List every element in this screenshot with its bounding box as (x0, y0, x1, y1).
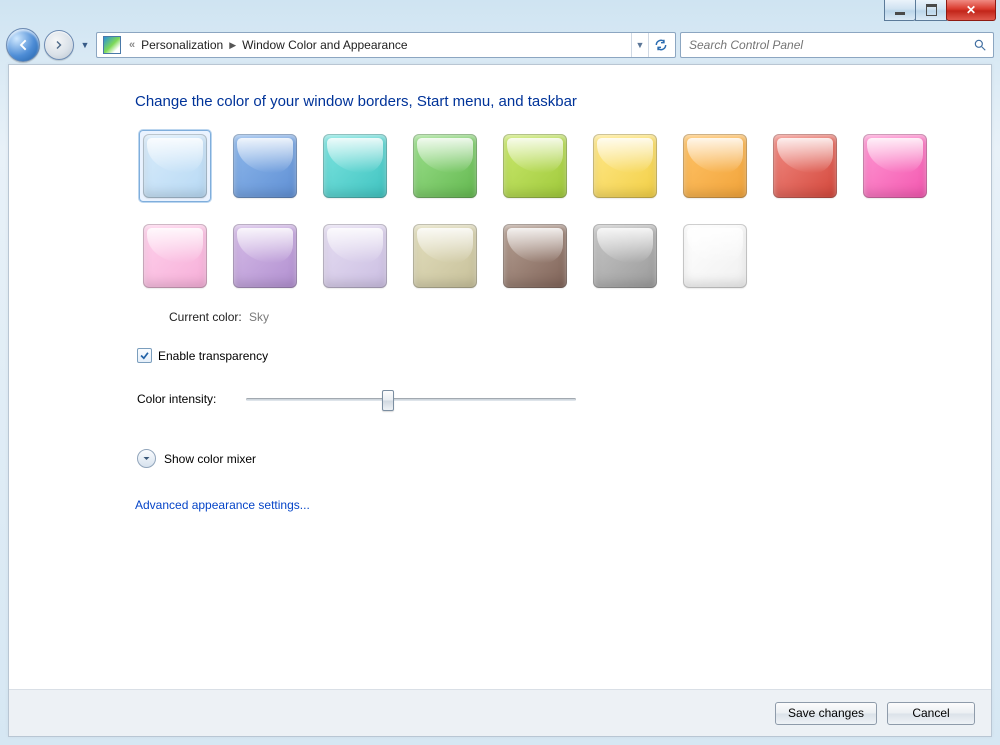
intensity-row: Color intensity: (137, 389, 963, 409)
swatch-pumpkin[interactable] (679, 130, 751, 202)
transparency-row[interactable]: Enable transparency (137, 348, 963, 363)
back-arrow-icon (15, 37, 31, 53)
forward-arrow-icon (53, 39, 65, 51)
maximize-button[interactable] (915, 0, 947, 21)
forward-button[interactable] (44, 30, 74, 60)
current-color-label: Current color: (169, 310, 242, 324)
swatch-sun[interactable] (589, 130, 661, 202)
chevron-down-icon (142, 454, 151, 463)
expander-button[interactable] (137, 449, 156, 468)
swatch-tile (143, 224, 207, 288)
content: Change the color of your window borders,… (9, 65, 991, 689)
close-icon: ✕ (966, 4, 976, 16)
swatch-sky[interactable] (139, 130, 211, 202)
search-icon (973, 38, 987, 52)
minimize-button[interactable] (884, 0, 916, 21)
swatch-tile (503, 134, 567, 198)
button-bar: Save changes Cancel (9, 689, 991, 736)
navbar: ▼ « Personalization ▶ Window Color and A… (0, 28, 1000, 62)
swatch-lavender[interactable] (319, 220, 391, 292)
refresh-button[interactable] (648, 33, 673, 57)
transparency-checkbox[interactable] (137, 348, 152, 363)
search-input[interactable] (687, 37, 973, 53)
swatch-tile (323, 134, 387, 198)
history-dropdown[interactable]: ▼ (78, 40, 92, 50)
current-color-line: Current color: Sky (169, 310, 963, 324)
cancel-button[interactable]: Cancel (887, 702, 975, 725)
swatch-tile (773, 134, 837, 198)
content-pane: Change the color of your window borders,… (8, 64, 992, 737)
search-box[interactable] (680, 32, 994, 58)
address-dropdown[interactable]: ▼ (631, 33, 648, 57)
current-color-value: Sky (249, 310, 269, 324)
intensity-label: Color intensity: (137, 392, 216, 406)
advanced-appearance-link[interactable]: Advanced appearance settings... (135, 498, 963, 512)
breadcrumb-personalization[interactable]: Personalization (139, 38, 225, 52)
address-bar[interactable]: « Personalization ▶ Window Color and App… (96, 32, 676, 58)
swatch-tile (683, 224, 747, 288)
swatch-fuchsia[interactable] (859, 130, 931, 202)
swatch-slate[interactable] (589, 220, 661, 292)
swatch-tile (413, 224, 477, 288)
swatch-sea[interactable] (319, 130, 391, 202)
swatch-violet[interactable] (229, 220, 301, 292)
swatch-tile (233, 224, 297, 288)
breadcrumb-window-color[interactable]: Window Color and Appearance (240, 38, 409, 52)
swatch-tile (593, 134, 657, 198)
close-button[interactable]: ✕ (946, 0, 996, 21)
swatch-leaf[interactable] (409, 130, 481, 202)
page-heading: Change the color of your window borders,… (135, 93, 963, 110)
save-changes-button[interactable]: Save changes (775, 702, 877, 725)
color-swatches (139, 130, 963, 292)
swatch-lime[interactable] (499, 130, 571, 202)
swatch-tile (323, 224, 387, 288)
swatch-tile (683, 134, 747, 198)
swatch-blush[interactable] (139, 220, 211, 292)
slider-thumb[interactable] (382, 390, 394, 411)
titlebar: ✕ (0, 0, 1000, 28)
swatch-ruby[interactable] (769, 130, 841, 202)
swatch-tile (413, 134, 477, 198)
window: ✕ ▼ « Personalization ▶ Window Color and… (0, 0, 1000, 745)
control-panel-icon (103, 36, 121, 54)
intensity-slider[interactable] (246, 389, 576, 409)
swatch-chocolate[interactable] (499, 220, 571, 292)
show-color-mixer[interactable]: Show color mixer (137, 449, 963, 468)
swatch-tile (503, 224, 567, 288)
swatch-tile (143, 134, 207, 198)
maximize-icon (926, 4, 937, 16)
refresh-icon (654, 38, 668, 52)
check-icon (139, 350, 150, 361)
back-button[interactable] (6, 28, 40, 62)
breadcrumb-prefix: « (129, 39, 135, 51)
swatch-tile (863, 134, 927, 198)
mixer-label: Show color mixer (164, 452, 256, 466)
slider-track (246, 398, 576, 401)
breadcrumb-separator-icon[interactable]: ▶ (229, 40, 236, 51)
swatch-tile (593, 224, 657, 288)
swatch-frost[interactable] (679, 220, 751, 292)
swatch-tile (233, 134, 297, 198)
swatch-taupe[interactable] (409, 220, 481, 292)
minimize-icon (895, 12, 905, 15)
transparency-label: Enable transparency (158, 349, 268, 363)
swatch-twilight[interactable] (229, 130, 301, 202)
